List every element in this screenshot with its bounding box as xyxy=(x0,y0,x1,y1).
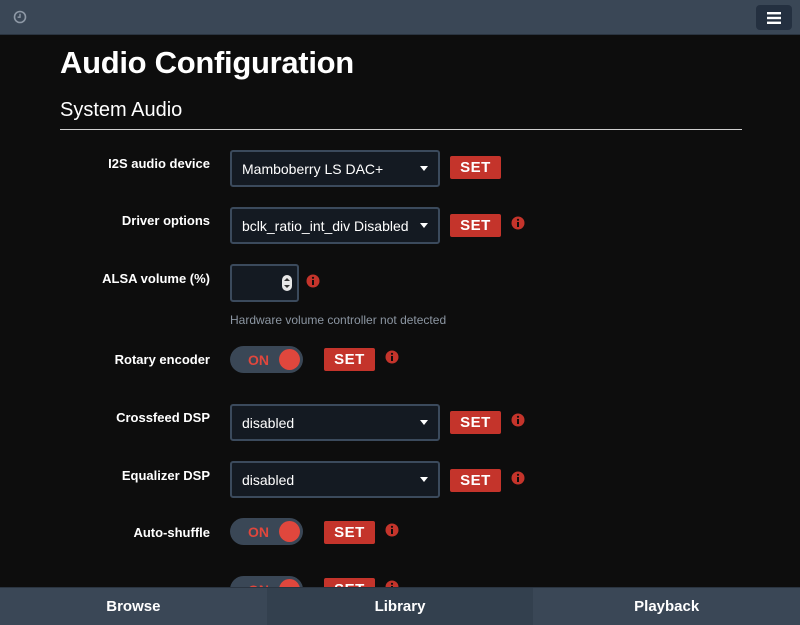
auto-shuffle-label: Auto-shuffle xyxy=(133,525,210,540)
autoplay-toggle[interactable]: ON xyxy=(230,576,303,587)
auto-shuffle-toggle[interactable]: ON xyxy=(230,518,303,545)
driver-options-label: Driver options xyxy=(121,213,210,228)
equalizer-dsp-label: Equalizer DSP xyxy=(121,468,210,483)
equalizer-dsp-select[interactable]: disabled xyxy=(230,461,440,498)
number-spinner-icon[interactable] xyxy=(282,275,292,291)
toggle-state: ON xyxy=(248,352,269,368)
crossfeed-dsp-select[interactable]: disabled xyxy=(230,404,440,441)
i2s-device-label: I2S audio device xyxy=(108,156,210,171)
crossfeed-dsp-label: Crossfeed DSP xyxy=(116,410,210,425)
driver-options-select[interactable]: bclk_ratio_int_div Disabled xyxy=(230,207,440,244)
tab-browse[interactable]: Browse xyxy=(0,587,267,625)
auto-shuffle-set-button[interactable]: SET xyxy=(324,521,375,544)
bottom-tab-bar: Browse Library Playback xyxy=(0,587,800,625)
info-icon[interactable] xyxy=(306,274,320,288)
info-icon[interactable] xyxy=(511,216,525,230)
info-icon[interactable] xyxy=(511,413,525,427)
equalizer-set-button[interactable]: SET xyxy=(450,469,501,492)
crossfeed-dsp-value: disabled xyxy=(242,414,295,431)
alsa-volume-input[interactable] xyxy=(230,264,299,302)
info-icon[interactable] xyxy=(511,471,525,485)
section-title: System Audio xyxy=(60,99,183,121)
rotary-set-button[interactable]: SET xyxy=(324,348,375,371)
chevron-down-icon xyxy=(420,420,428,425)
alsa-volume-hint: Hardware volume controller not detected xyxy=(230,313,447,327)
page-title: Audio Configuration xyxy=(60,45,354,80)
toggle-knob xyxy=(279,521,300,542)
menu-button[interactable] xyxy=(756,5,792,30)
clock-icon[interactable] xyxy=(13,10,27,24)
chevron-down-icon xyxy=(420,223,428,228)
equalizer-dsp-value: disabled xyxy=(242,471,295,488)
i2s-device-value: Mamboberry LS DAC+ xyxy=(242,160,384,177)
top-bar xyxy=(0,0,800,35)
toggle-knob xyxy=(279,579,300,587)
toggle-state: ON xyxy=(248,524,269,540)
toggle-knob xyxy=(279,349,300,370)
i2s-device-select[interactable]: Mamboberry LS DAC+ xyxy=(230,150,440,187)
alsa-volume-label: ALSA volume (%) xyxy=(102,271,210,286)
i2s-set-button[interactable]: SET xyxy=(450,156,501,179)
rotary-encoder-label: Rotary encoder xyxy=(114,352,210,367)
tab-library[interactable]: Library xyxy=(266,587,534,625)
main-content[interactable]: Audio Configuration System Audio I2S aud… xyxy=(0,35,800,587)
info-icon[interactable] xyxy=(385,580,399,587)
crossfeed-set-button[interactable]: SET xyxy=(450,411,501,434)
driver-set-button[interactable]: SET xyxy=(450,214,501,237)
tab-playback[interactable]: Playback xyxy=(533,587,800,625)
info-icon[interactable] xyxy=(385,523,399,537)
section-divider xyxy=(60,129,742,130)
chevron-down-icon xyxy=(420,166,428,171)
autoplay-set-button[interactable]: SET xyxy=(324,578,375,587)
chevron-down-icon xyxy=(420,477,428,482)
rotary-encoder-toggle[interactable]: ON xyxy=(230,346,303,373)
info-icon[interactable] xyxy=(385,350,399,364)
hamburger-menu-icon xyxy=(767,11,781,24)
driver-options-value: bclk_ratio_int_div Disabled xyxy=(242,217,409,234)
